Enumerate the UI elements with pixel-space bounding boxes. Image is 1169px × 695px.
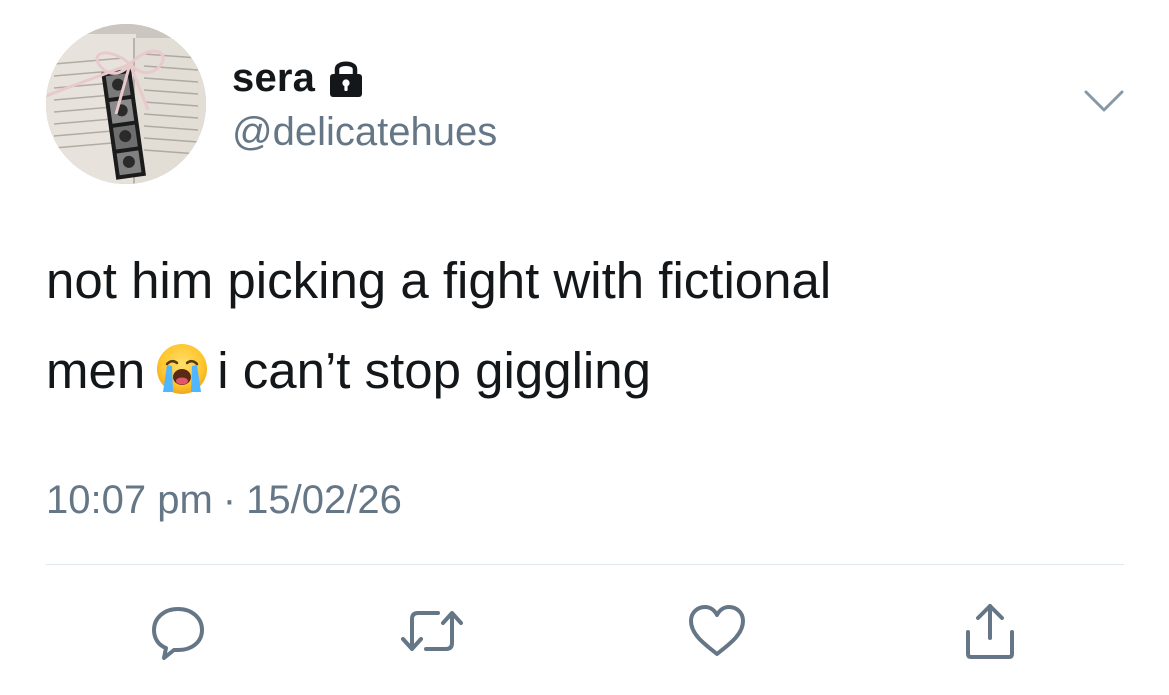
retweet-icon <box>400 601 464 661</box>
avatar-image <box>46 24 206 184</box>
like-icon <box>686 602 748 660</box>
retweet-button[interactable] <box>397 596 467 666</box>
tweet-text-line-2: men i can’t stop giggling <box>46 326 1106 416</box>
tweet-card: sera @delicatehues not him picking a fig… <box>0 0 1169 695</box>
lock-icon <box>327 58 365 98</box>
avatar[interactable] <box>46 24 206 184</box>
display-name[interactable]: sera <box>232 56 315 101</box>
display-name-row: sera <box>232 54 497 102</box>
tweet-time: 10:07 pm <box>46 478 213 522</box>
tweet-text-segment: i can’t stop giggling <box>217 342 651 399</box>
action-bar <box>0 596 1169 666</box>
tweet-text: not him picking a fight with fictional m… <box>46 236 1106 416</box>
like-button[interactable] <box>682 596 752 666</box>
divider <box>46 564 1124 565</box>
user-info: sera @delicatehues <box>232 54 497 155</box>
tweet-timestamp[interactable]: 10:07 pm · 15/02/26 <box>46 478 402 523</box>
meta-separator: · <box>222 478 237 522</box>
reply-icon <box>148 601 208 661</box>
reply-button[interactable] <box>143 596 213 666</box>
tweet-text-line-1: not him picking a fight with fictional <box>46 252 832 309</box>
tweet-date: 15/02/26 <box>246 478 402 522</box>
chevron-down-icon[interactable] <box>1082 86 1126 116</box>
loudly-crying-face-icon <box>155 334 209 394</box>
share-button[interactable] <box>955 596 1025 666</box>
tweet-text-segment: men <box>46 342 146 399</box>
user-handle[interactable]: @delicatehues <box>232 110 497 155</box>
share-icon <box>960 600 1020 662</box>
